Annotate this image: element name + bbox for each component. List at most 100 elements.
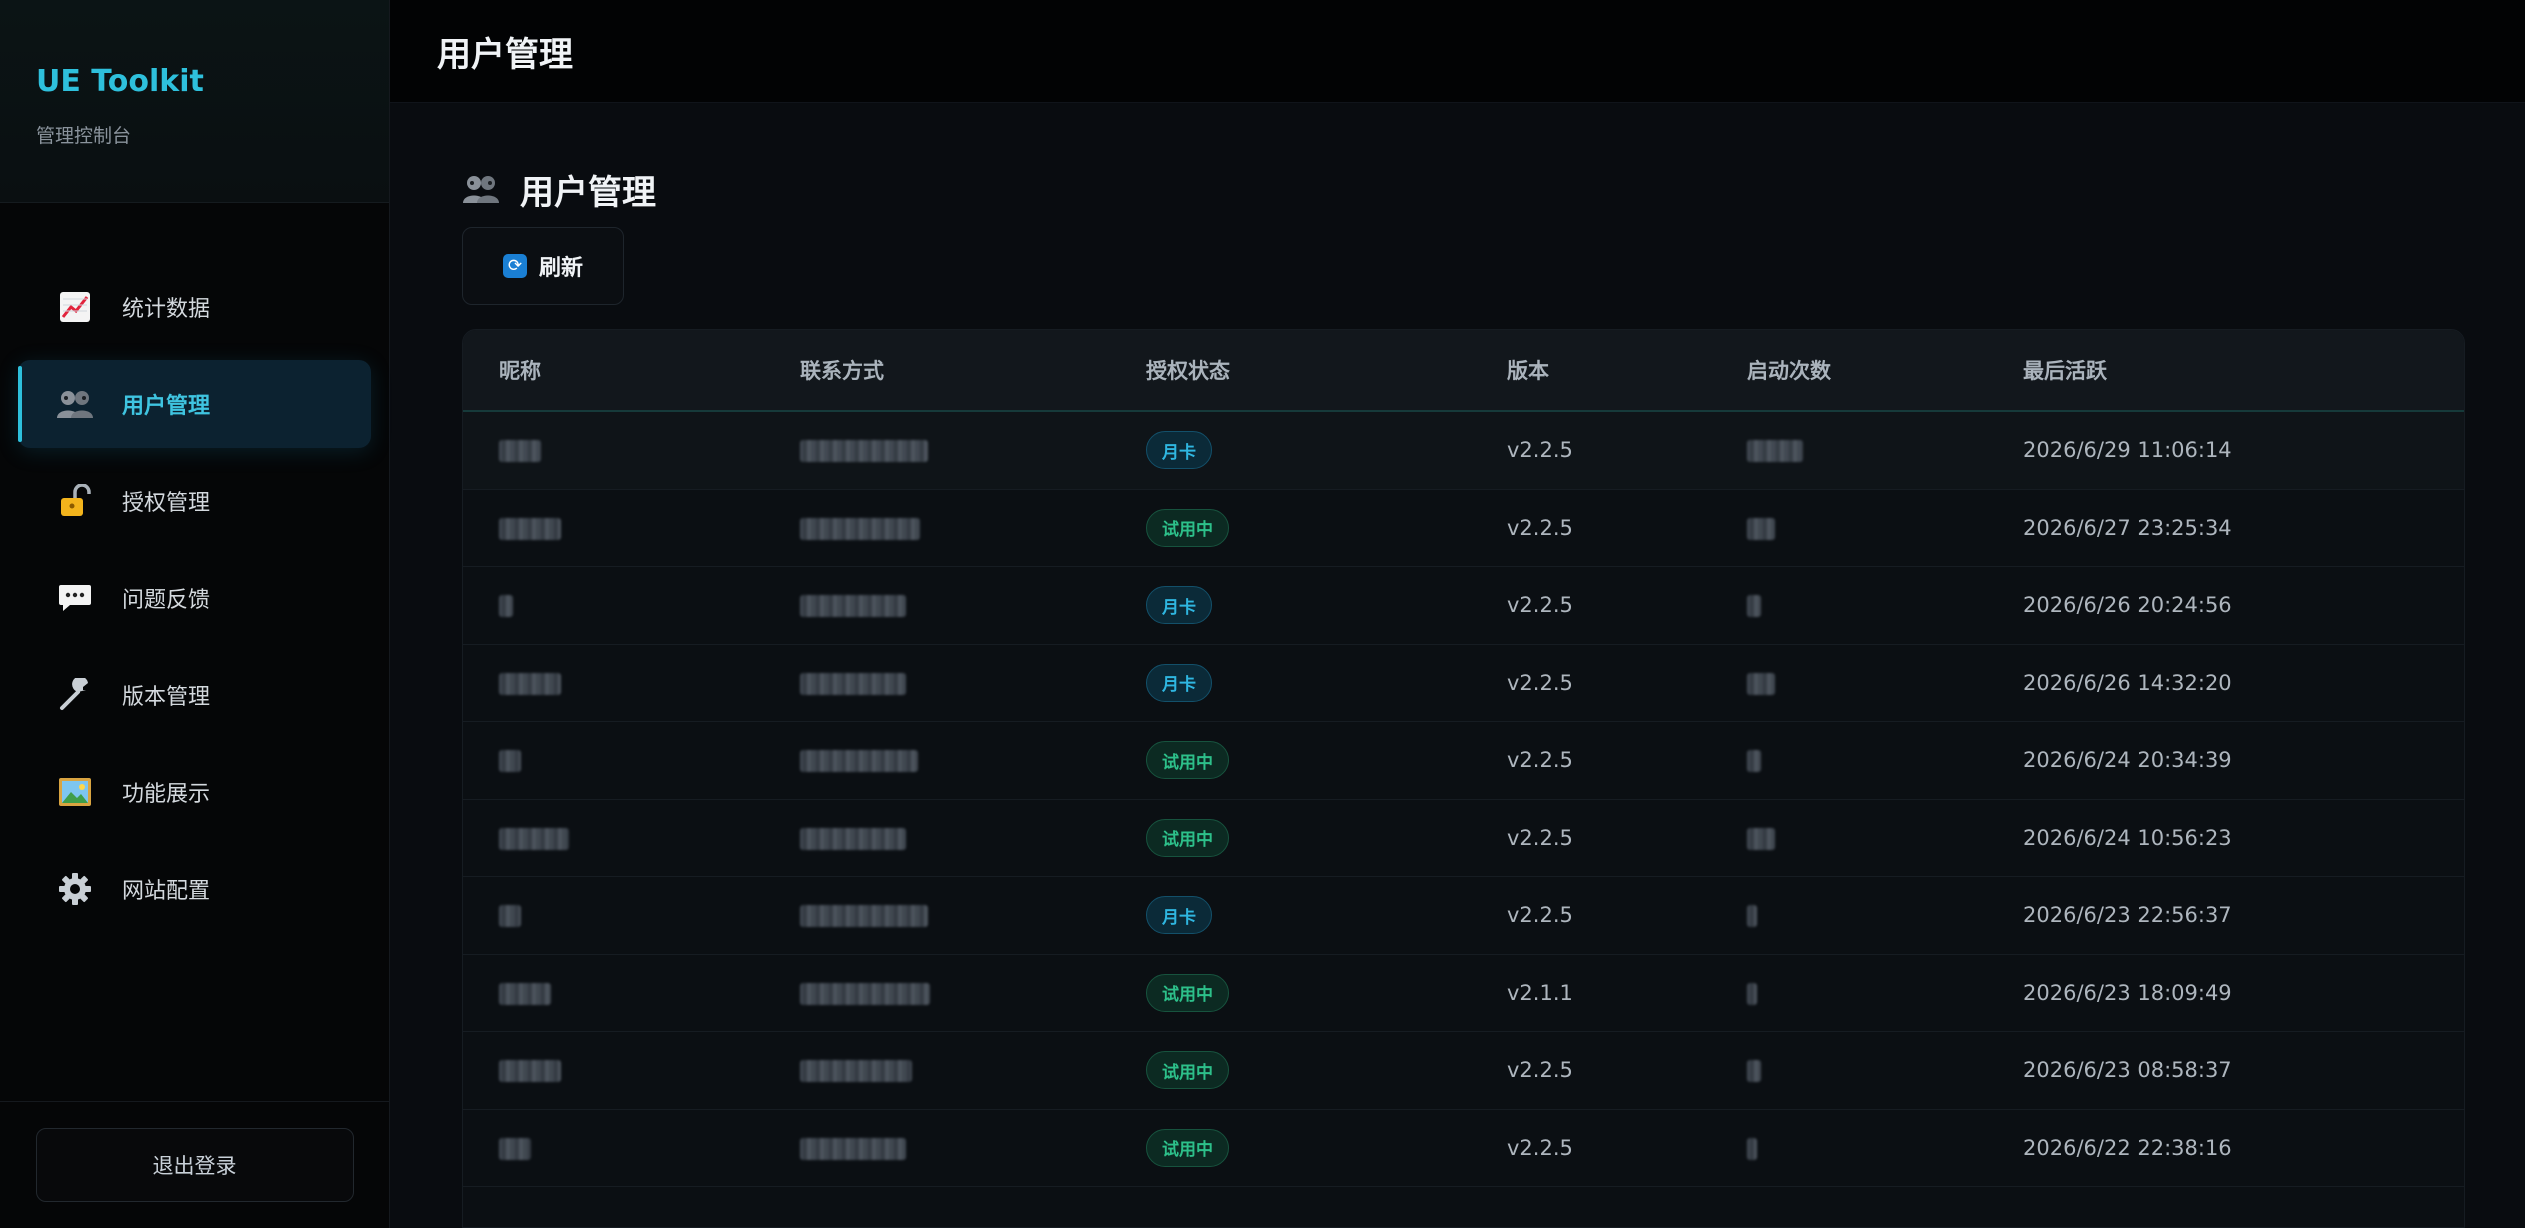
redacted-launch-count — [1747, 982, 1757, 1005]
redacted-contact — [800, 905, 928, 928]
contact-cell — [800, 593, 1146, 618]
nickname-cell — [463, 903, 800, 928]
table-row[interactable]: 月卡 v2.2.5 2026/6/29 11:06:14 — [463, 412, 2464, 490]
column-header-last-active[interactable]: 最后活跃 — [2023, 355, 2464, 385]
redacted-nickname — [499, 750, 521, 773]
redacted-nickname — [499, 1060, 561, 1083]
brand: UE Toolkit 管理控制台 — [0, 0, 389, 203]
sidebar-item-versions[interactable]: 版本管理 — [18, 651, 371, 739]
chart-increasing-icon — [56, 288, 94, 326]
section-header: 用户管理 — [462, 161, 2465, 217]
nickname-cell — [463, 981, 800, 1005]
contact-cell — [800, 826, 1146, 850]
status-badge: 试用中 — [1146, 1128, 1229, 1167]
version-cell: v2.2.5 — [1507, 903, 1573, 928]
status-badge: 月卡 — [1146, 586, 1212, 625]
redacted-launch-count — [1747, 672, 1775, 695]
last-active-cell: 2026/6/23 22:56:37 — [2023, 903, 2232, 928]
table-row[interactable]: 试用中 v2.2.5 2026/6/24 20:34:39 — [463, 722, 2464, 800]
sidebar-item-users[interactable]: 用户管理 — [18, 360, 371, 448]
column-header-version[interactable]: 版本 — [1507, 355, 1747, 385]
speech-bubble-icon — [56, 579, 94, 617]
table-row[interactable]: 月卡 v2.2.5 2026/6/26 14:32:20 — [463, 644, 2464, 722]
sidebar-item-label: 功能展示 — [122, 782, 211, 807]
table-row[interactable]: 月卡 v2.2.5 2026/6/23 22:56:37 — [463, 877, 2464, 955]
last-active-cell: 2026/6/23 08:58:37 — [2023, 1058, 2232, 1083]
refresh-button[interactable]: ⟳ 刷新 — [462, 227, 624, 305]
page-title: 用户管理 — [437, 34, 573, 75]
contact-cell — [800, 748, 1146, 773]
status-cell: 试用中 — [1146, 1051, 1507, 1090]
nickname-cell — [463, 438, 800, 463]
table-row[interactable]: 试用中 v2.2.5 2026/6/27 23:25:34 — [463, 489, 2464, 567]
redacted-nickname — [499, 827, 569, 850]
version-cell: v2.2.5 — [1507, 1058, 1573, 1083]
table-body: 月卡 v2.2.5 2026/6/29 11:06:14 试用中 v2.2.5 … — [463, 412, 2464, 1227]
brand-title: UE Toolkit — [36, 64, 204, 99]
logout-button[interactable]: 退出登录 — [35, 1128, 354, 1202]
refresh-label: 刷新 — [538, 256, 583, 281]
table-row[interactable]: 试用中 v2.1.1 2026/6/23 18:09:49 — [463, 954, 2464, 1032]
unlocked-lock-icon — [56, 482, 94, 520]
redacted-contact — [800, 827, 906, 850]
version-cell: v2.2.5 — [1507, 825, 1573, 850]
contact-cell — [800, 516, 1146, 540]
wrench-icon — [56, 676, 94, 714]
column-header-nickname[interactable]: 昵称 — [463, 355, 800, 385]
table-row[interactable]: 试用中 v2.2.5 2026/6/24 10:56:23 — [463, 799, 2464, 877]
sidebar-item-feedback[interactable]: 问题反馈 — [18, 554, 371, 642]
version-cell: v2.2.5 — [1507, 593, 1573, 618]
version-cell: v2.2.5 — [1507, 748, 1573, 773]
redacted-launch-count — [1747, 517, 1775, 540]
launch-count-cell — [1747, 826, 2023, 850]
launch-count-cell — [1747, 593, 2023, 618]
column-header-launch-count[interactable]: 启动次数 — [1747, 355, 2023, 385]
column-header-contact[interactable]: 联系方式 — [800, 355, 1146, 385]
sidebar-item-showcase[interactable]: 功能展示 — [18, 748, 371, 836]
launch-count-cell — [1747, 1058, 2023, 1083]
column-header-license-status[interactable]: 授权状态 — [1146, 355, 1507, 385]
last-active-cell: 2026/6/26 20:24:56 — [2023, 593, 2232, 618]
redacted-nickname — [499, 982, 551, 1005]
contact-cell — [800, 903, 1146, 928]
redacted-contact — [800, 750, 918, 773]
status-badge: 试用中 — [1146, 818, 1229, 857]
launch-count-cell — [1747, 1136, 2023, 1160]
nickname-cell — [463, 671, 800, 695]
brand-subtitle: 管理控制台 — [36, 125, 132, 147]
sidebar-item-license[interactable]: 授权管理 — [18, 457, 371, 545]
sidebar-item-label: 问题反馈 — [122, 588, 211, 613]
status-cell: 月卡 — [1146, 431, 1507, 470]
table-row[interactable]: 试用中 v2.2.5 2026/6/22 22:38:16 — [463, 1109, 2464, 1187]
sidebar-item-label: 用户管理 — [122, 394, 211, 419]
top-bar: 用户管理 — [390, 0, 2525, 103]
table-row[interactable]: 月卡 v2.2.5 2026/6/26 20:24:56 — [463, 567, 2464, 645]
last-active-cell: 2026/6/27 23:25:34 — [2023, 515, 2232, 540]
sidebar-item-site-config[interactable]: 网站配置 — [18, 845, 371, 933]
status-cell: 试用中 — [1146, 1128, 1507, 1167]
section-title: 用户管理 — [520, 172, 656, 213]
redacted-launch-count — [1747, 905, 1757, 928]
sidebar-item-stats[interactable]: 统计数据 — [18, 263, 371, 351]
redacted-contact — [800, 1060, 912, 1083]
status-badge: 月卡 — [1146, 431, 1212, 470]
redacted-contact — [800, 672, 906, 695]
last-active-cell: 2026/6/29 11:06:14 — [2023, 438, 2232, 463]
gear-icon — [56, 870, 94, 908]
framed-picture-icon — [56, 773, 94, 811]
redacted-nickname — [499, 1137, 531, 1160]
redacted-launch-count — [1747, 827, 1775, 850]
contact-cell — [800, 981, 1146, 1005]
status-cell: 试用中 — [1146, 508, 1507, 547]
launch-count-cell — [1747, 903, 2023, 928]
nickname-cell — [463, 593, 800, 618]
launch-count-cell — [1747, 671, 2023, 695]
redacted-contact — [800, 982, 930, 1005]
status-cell: 月卡 — [1146, 663, 1507, 702]
redacted-contact — [800, 517, 920, 540]
table-row[interactable]: 试用中 v2.2.5 2026/6/23 08:58:37 — [463, 1032, 2464, 1110]
version-cell: v2.2.5 — [1507, 438, 1573, 463]
status-badge: 月卡 — [1146, 896, 1212, 935]
redacted-nickname — [499, 440, 541, 463]
users-icon — [462, 169, 502, 209]
